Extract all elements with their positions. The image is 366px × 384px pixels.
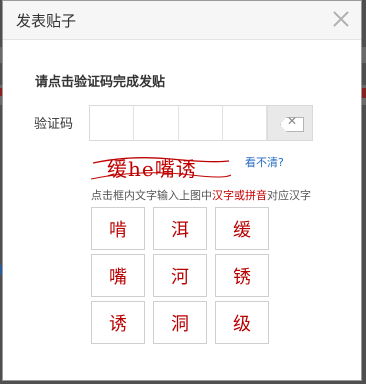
captcha-text: 缓he嘴诱: [107, 157, 197, 181]
char-button[interactable]: 级: [215, 301, 269, 344]
close-icon[interactable]: [329, 7, 353, 31]
char-button[interactable]: 啃: [91, 207, 145, 250]
char-grid: 啃 洱 缓 嘴 河 锈 诱 洞 级: [91, 207, 273, 344]
dialog-titlebar: 发表贴子: [3, 1, 361, 40]
code-slot[interactable]: [223, 106, 267, 140]
char-button[interactable]: 缓: [215, 207, 269, 250]
code-slot[interactable]: [90, 106, 135, 140]
instruction-highlight: 汉字或拼音: [212, 189, 267, 202]
post-dialog: 发表贴子 请点击验证码完成发贴 验证码 ✕ 缓he嘴诱 看不清? 点击框内文字输…: [2, 0, 362, 381]
captcha-image: 缓he嘴诱: [91, 149, 231, 183]
backspace-x-icon: ✕: [287, 114, 298, 128]
backspace-button[interactable]: ✕: [267, 106, 312, 140]
char-button[interactable]: 洱: [153, 207, 207, 250]
captcha-heading: 请点击验证码完成发贴: [35, 75, 166, 90]
instruction-text: 点击框内文字输入上图中汉字或拼音对应汉字: [91, 187, 311, 203]
captcha-input[interactable]: ✕: [89, 105, 313, 141]
code-label: 验证码: [34, 117, 74, 132]
code-slot[interactable]: [179, 106, 223, 140]
dialog-title: 发表贴子: [16, 12, 77, 30]
code-slot[interactable]: [134, 106, 179, 140]
refresh-captcha-link[interactable]: 看不清?: [245, 154, 284, 170]
instruction-suffix: 对应汉字: [267, 189, 311, 202]
char-button[interactable]: 锈: [215, 254, 269, 297]
char-button[interactable]: 嘴: [91, 254, 145, 297]
char-button[interactable]: 诱: [91, 301, 145, 344]
instruction-prefix: 点击框内文字输入上图中: [91, 189, 212, 202]
char-button[interactable]: 河: [153, 254, 207, 297]
char-button[interactable]: 洞: [153, 301, 207, 344]
